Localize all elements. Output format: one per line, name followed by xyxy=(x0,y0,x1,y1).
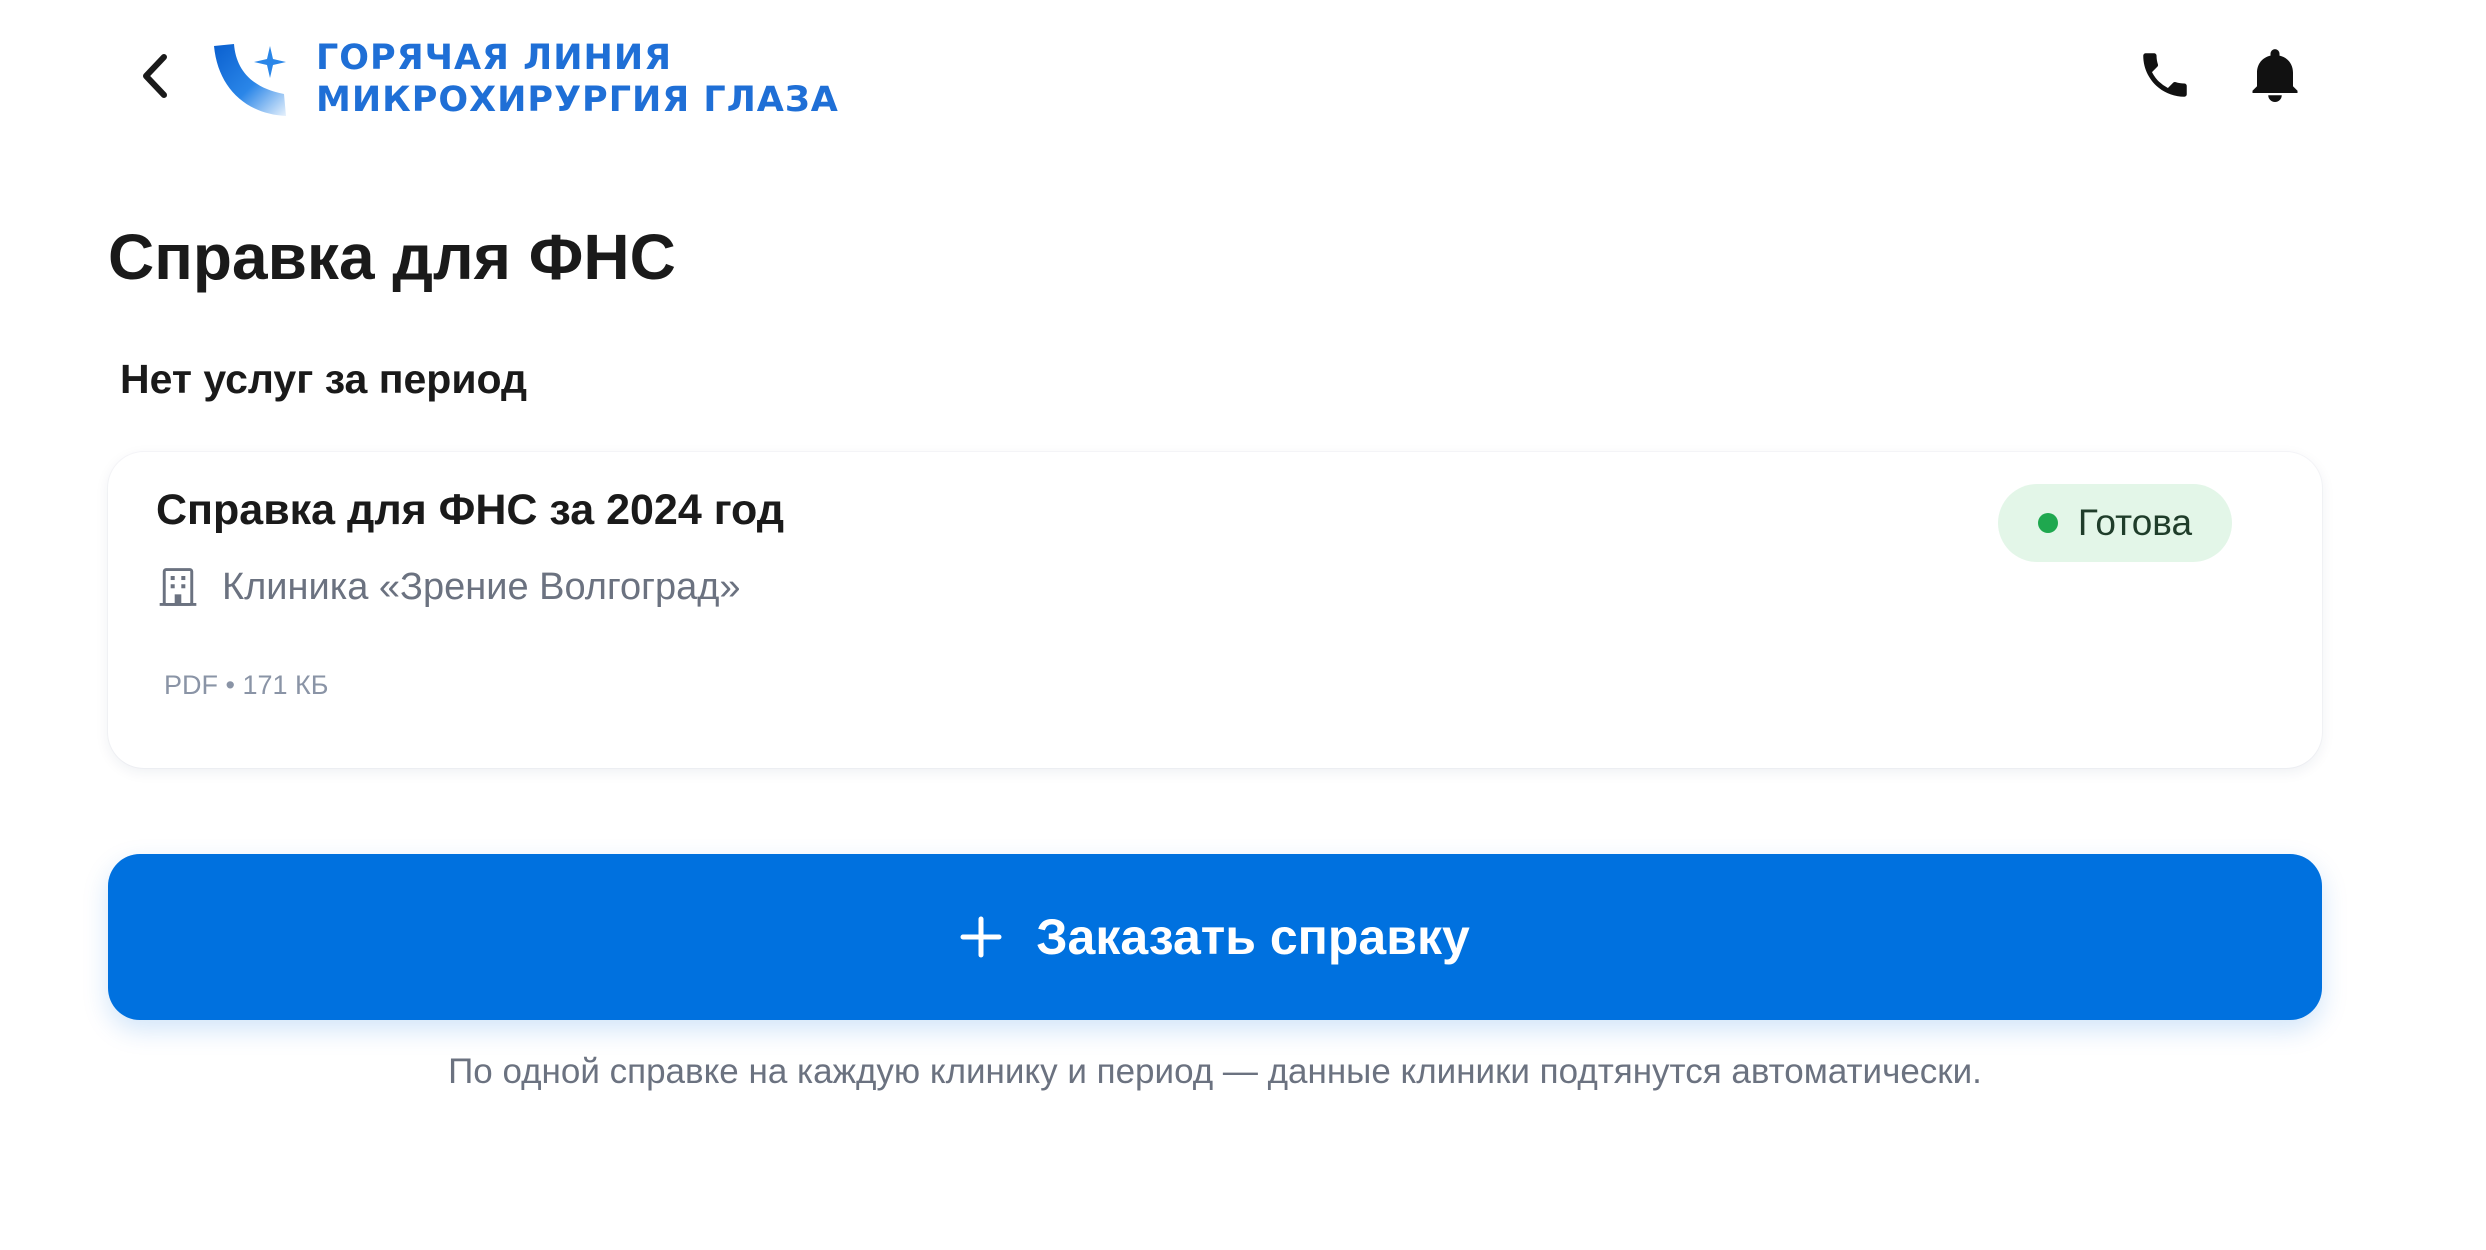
clinic-row: Клиника «Зрение Волгоград» xyxy=(156,562,741,612)
logo-mark-icon xyxy=(214,44,286,116)
brand-logo[interactable]: ГОРЯЧАЯ ЛИНИЯ МИКРОХИРУРГИЯ ГЛАЗА xyxy=(212,34,839,124)
file-size: 171 КБ xyxy=(242,670,329,700)
chevron-left-icon xyxy=(143,54,167,98)
plus-icon xyxy=(960,916,1002,958)
status-badge: Готова xyxy=(1998,484,2232,562)
order-certificate-label: Заказать справку xyxy=(1036,909,1470,965)
footnote: По одной справке на каждую клинику и пер… xyxy=(448,1052,1982,1091)
back-button[interactable] xyxy=(130,45,180,107)
brand-name: ГОРЯЧАЯ ЛИНИЯ МИКРОХИРУРГИЯ ГЛАЗА xyxy=(316,37,839,121)
file-type: PDF xyxy=(164,670,218,700)
clinic-name: Клиника «Зрение Волгоград» xyxy=(222,565,741,608)
building-icon xyxy=(159,568,197,606)
section-title: Нет услуг за период xyxy=(120,356,528,402)
file-info-separator: • xyxy=(225,670,235,700)
app-header: ГОРЯЧАЯ ЛИНИЯ МИКРОХИРУРГИЯ ГЛАЗА xyxy=(0,0,2486,160)
certificate-card[interactable]: Справка для ФНС за 2024 год Клиника «Зре… xyxy=(108,452,2322,768)
page-title: Справка для ФНС xyxy=(108,221,676,293)
brand-name-line-1: ГОРЯЧАЯ ЛИНИЯ xyxy=(316,38,673,78)
notifications-button[interactable] xyxy=(2240,40,2310,110)
status-dot-icon xyxy=(2037,513,2058,533)
bell-icon xyxy=(2252,49,2298,102)
file-info: PDF • 171 КБ xyxy=(164,670,328,701)
fns-certificate-page: ГОРЯЧАЯ ЛИНИЯ МИКРОХИРУРГИЯ ГЛАЗА Справк… xyxy=(0,0,2486,1250)
order-certificate-button[interactable]: Заказать справку xyxy=(108,854,2322,1020)
status-label: Готова xyxy=(2077,502,2193,543)
call-button[interactable] xyxy=(2130,40,2200,110)
certificate-title: Справка для ФНС за 2024 год xyxy=(156,486,785,534)
brand-name-line-2: МИКРОХИРУРГИЯ ГЛАЗА xyxy=(316,80,839,120)
phone-icon xyxy=(2143,53,2187,97)
